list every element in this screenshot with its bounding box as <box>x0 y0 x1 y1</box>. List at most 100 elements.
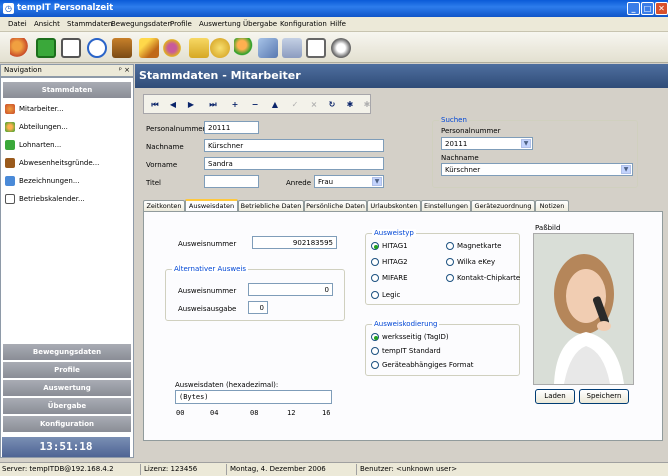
close-icon[interactable]: ✕ <box>655 2 668 15</box>
radio-wilka-ekey[interactable]: Wilka eKey <box>446 258 495 266</box>
menu-bar: Datei Ansicht Stammdaten Bewegungsdaten … <box>0 17 668 32</box>
anrede-select[interactable]: Frau ▼ <box>314 175 384 188</box>
status-lizenz: Lizenz: 123456 <box>144 465 198 473</box>
status-server: Server: tempITDB@192.168.4.2 <box>2 465 114 473</box>
folder-open-icon[interactable] <box>189 38 209 58</box>
info-icon[interactable] <box>331 38 351 58</box>
flowers-icon[interactable] <box>162 38 182 58</box>
radio-legic[interactable]: Legic <box>371 291 400 299</box>
pin-close-icon[interactable]: ᵖ × <box>119 66 130 74</box>
titel-label: Titel <box>146 179 162 187</box>
add-record-icon[interactable]: + <box>228 98 242 112</box>
status-divider <box>356 464 357 475</box>
radio-tempit-standard[interactable]: tempIT Standard <box>371 347 441 355</box>
cancel-record-icon[interactable]: × <box>307 98 321 112</box>
stopwatch-icon[interactable] <box>87 38 107 58</box>
green-book-icon <box>5 140 15 150</box>
users-icon <box>5 104 15 114</box>
laden-button[interactable]: Laden <box>535 389 575 404</box>
alternativer-ausweis-title: Alternativer Ausweis <box>172 265 249 273</box>
navigation-panel: Stammdaten Mitarbeiter... Abteilungen...… <box>0 77 134 458</box>
alt-ausweisnummer-field[interactable]: 0 <box>248 283 333 296</box>
post-record-icon[interactable]: ✓ <box>288 98 302 112</box>
status-datum: Montag, 4. Dezember 2006 <box>230 465 326 473</box>
toolbar <box>0 32 668 63</box>
menu-hilfe[interactable]: Hilfe <box>330 20 346 28</box>
nav-section-konfiguration[interactable]: Konfiguration <box>3 416 131 432</box>
vorname-field[interactable]: Sandra <box>204 157 384 170</box>
personalnummer-field[interactable]: 20111 <box>204 121 259 134</box>
search-nachname-label: Nachname <box>441 154 479 162</box>
nav-section-auswertung[interactable]: Auswertung <box>3 380 131 396</box>
radio-magnetkarte[interactable]: Magnetkarte <box>446 242 501 250</box>
titel-field[interactable] <box>204 175 259 188</box>
status-divider <box>226 464 227 475</box>
ausweisdaten-hex-field[interactable]: (Bytes) <box>175 390 332 404</box>
list-icon <box>5 176 15 186</box>
nav-section-profile[interactable]: Profile <box>3 362 131 378</box>
menu-konfiguration[interactable]: Konfiguration <box>280 20 327 28</box>
search-nachname-select[interactable]: Kürschner ▼ <box>441 163 633 176</box>
next-record-icon[interactable]: ▶ <box>184 98 198 112</box>
nachname-field[interactable]: Kürschner <box>204 139 384 152</box>
ausweistyp-title: Ausweistyp <box>372 229 416 237</box>
first-record-icon[interactable]: ⏮ <box>148 98 162 112</box>
last-record-icon[interactable]: ⏭ <box>206 98 220 112</box>
menu-ansicht[interactable]: Ansicht <box>34 20 60 28</box>
maximize-icon[interactable]: □ <box>641 2 654 15</box>
ausweisnummer-label: Ausweisnummer <box>178 240 237 248</box>
radio-werksseitig[interactable]: werksseitig (TagID) <box>371 333 449 341</box>
document-icon[interactable] <box>282 38 302 58</box>
vorname-label: Vorname <box>146 161 178 169</box>
hex-tick-16: 16 <box>322 409 331 417</box>
refresh-icon[interactable]: ↻ <box>325 98 339 112</box>
bookmark-icon[interactable]: ✱ <box>343 98 357 112</box>
menu-stammdaten[interactable]: Stammdaten <box>67 20 112 28</box>
radio-hitag2[interactable]: HITAG2 <box>371 258 408 266</box>
radio-geraeteabhaengig[interactable]: Geräteabhängiges Format <box>371 361 474 369</box>
nav-section-bewegungsdaten[interactable]: Bewegungsdaten <box>3 344 131 360</box>
menu-auswertung[interactable]: Auswertung <box>199 20 241 28</box>
coins-icon[interactable] <box>210 38 230 58</box>
navigation-header: Navigation ᵖ × <box>0 64 134 77</box>
menu-bewegungsdaten[interactable]: Bewegungsdaten <box>111 20 172 28</box>
radio-icon <box>446 242 454 250</box>
edit-record-icon[interactable]: ▲ <box>268 98 282 112</box>
status-bar: Server: tempITDB@192.168.4.2 Lizenz: 123… <box>0 462 668 476</box>
folder-icon <box>5 158 15 168</box>
window-title: tempIT Personalzeit <box>17 3 114 13</box>
folder-icon[interactable] <box>112 38 132 58</box>
users-icon[interactable] <box>10 38 30 58</box>
menu-uebergabe[interactable]: Übergabe <box>243 20 277 28</box>
nav-item-bezeichnungen[interactable]: Bezeichnungen... <box>5 174 80 188</box>
passbild-label: Paßbild <box>535 224 561 232</box>
calendar-icon[interactable] <box>61 38 81 58</box>
nav-item-abteilungen[interactable]: Abteilungen... <box>5 120 68 134</box>
ausweisnummer-field[interactable]: 902183595 <box>252 236 337 249</box>
radio-kontakt-chipkarte[interactable]: Kontakt-Chipkarte <box>446 274 520 282</box>
arrow-icon[interactable] <box>258 38 278 58</box>
radio-mifare[interactable]: MIFARE <box>371 274 408 282</box>
menu-profile[interactable]: Profile <box>170 20 192 28</box>
nav-item-abwesenheitsgruende[interactable]: Abwesenheitsgründe... <box>5 156 99 170</box>
speichern-button[interactable]: Speichern <box>579 389 629 404</box>
people-icon[interactable] <box>234 38 254 58</box>
ausweisausgabe-field[interactable]: 0 <box>248 301 268 314</box>
minimize-icon[interactable]: _ <box>627 2 640 15</box>
wand-icon[interactable] <box>139 38 159 58</box>
prev-record-icon[interactable]: ◀ <box>166 98 180 112</box>
nav-section-uebergabe[interactable]: Übergabe <box>3 398 131 414</box>
radio-hitag1[interactable]: HITAG1 <box>371 242 408 250</box>
search-personalnummer-select[interactable]: 20111 ▼ <box>441 137 533 150</box>
goto-bookmark-icon[interactable]: ✱ <box>360 98 374 112</box>
report-icon[interactable] <box>306 38 326 58</box>
nav-item-mitarbeiter[interactable]: Mitarbeiter... <box>5 102 64 116</box>
delete-record-icon[interactable]: − <box>248 98 262 112</box>
green-book-icon[interactable] <box>36 38 56 58</box>
nav-item-betriebskalender[interactable]: Betriebskalender... <box>5 192 85 206</box>
nav-section-stammdaten[interactable]: Stammdaten <box>3 82 131 98</box>
chevron-down-icon: ▼ <box>372 177 382 186</box>
radio-icon <box>371 274 379 282</box>
menu-datei[interactable]: Datei <box>8 20 27 28</box>
nav-item-lohnarten[interactable]: Lohnarten... <box>5 138 61 152</box>
